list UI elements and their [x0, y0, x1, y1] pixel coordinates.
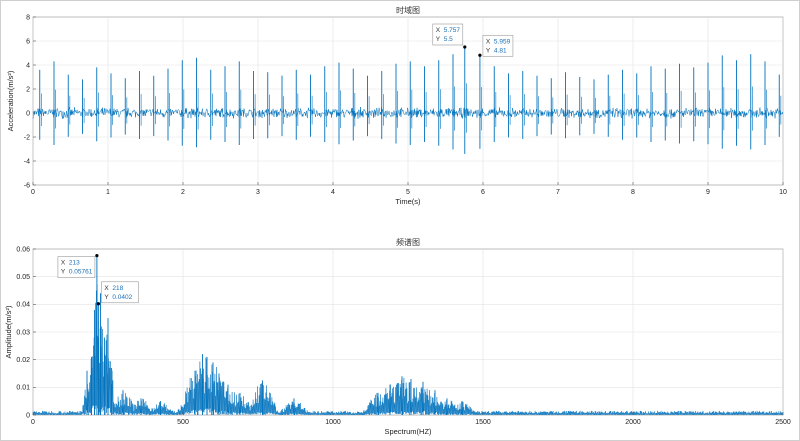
x-tick-label: 2000: [625, 419, 641, 426]
x-tick-label: 3: [256, 189, 260, 196]
datatip-x-key: X: [104, 285, 109, 292]
x-tick-label: 1000: [325, 419, 341, 426]
x-tick-label: 0: [31, 419, 35, 426]
datatip-x-key: X: [486, 38, 491, 45]
x-tick-label: 1: [106, 189, 110, 196]
datatip-x-value: 5.757: [444, 27, 461, 34]
x-tick-label: 9: [706, 189, 710, 196]
datatip-y-key: Y: [436, 36, 441, 43]
x-tick-label: 6: [481, 189, 485, 196]
datatip-x-value: 218: [112, 285, 123, 292]
spectrum-panel: 0 500 1000 1500 2000 2500 0 0.01 0.02 0.03 0.04 0.…: [4, 237, 791, 436]
y-tick-label: 4: [26, 62, 30, 69]
time-domain-panel: 0 1 2 3 4 5 6 7 8 9 10 -6-4-202468 X 5.757Y 5.5 X 5.95…: [6, 5, 787, 206]
y-tick-label: 0.06: [16, 246, 30, 253]
x-tick-label: 10: [779, 189, 787, 196]
datatip-x-key: X: [436, 27, 441, 34]
y-tick-label: -6: [24, 182, 30, 189]
datatip-marker: [478, 53, 482, 57]
datatip-y-value: 5.5: [444, 36, 453, 43]
x-tick-label: 1500: [475, 419, 491, 426]
datatip-y-key: Y: [486, 47, 491, 54]
y-tick-label: -2: [24, 134, 30, 141]
x-tick-label: 7: [556, 189, 560, 196]
y-tick-label: 8: [26, 14, 30, 21]
time-chart-title: 时域图: [396, 5, 420, 15]
x-tick-label: 2500: [775, 419, 791, 426]
spectrum-y-axis-label: Amplitude(m/s²): [4, 305, 13, 358]
datatip-x-value: 213: [69, 260, 80, 267]
x-tick-label: 8: [631, 189, 635, 196]
x-tick-label: 4: [331, 189, 335, 196]
datatip-y-value: 4.81: [494, 47, 507, 54]
figure-canvas: 0 1 2 3 4 5 6 7 8 9 10 -6-4-202468 X 5.757Y 5.5 X 5.95…: [4, 5, 791, 436]
spectrum-chart-title: 频谱图: [396, 237, 420, 247]
datatip-y-key: Y: [104, 294, 109, 301]
datatip-x-value: 5.959: [494, 38, 511, 45]
time-y-axis-label: Acceleration(m/s²): [6, 70, 15, 131]
y-tick-label: 0.04: [16, 302, 30, 309]
datatip-y-value: 0.05761: [69, 269, 93, 276]
y-tick-label: 6: [26, 38, 30, 45]
datatip-x-key: X: [61, 260, 66, 267]
datatip-marker: [463, 45, 467, 49]
time-x-axis-label: Time(s): [395, 197, 421, 206]
x-tick-label: 2: [181, 189, 185, 196]
datatip-marker: [95, 254, 99, 258]
datatip-y-value: 0.0402: [112, 294, 132, 301]
y-tick-label: 2: [26, 86, 30, 93]
y-tick-label: 0.05: [16, 274, 30, 281]
x-tick-label: 5: [406, 189, 410, 196]
x-tick-label: 0: [31, 189, 35, 196]
spectrum-x-axis-label: Spectrum(HZ): [384, 427, 432, 436]
y-tick-label: -4: [24, 158, 30, 165]
y-tick-label: 0.02: [16, 357, 30, 364]
x-tick-label: 500: [177, 419, 189, 426]
datatip-marker: [96, 302, 100, 306]
y-tick-label: 0: [26, 412, 30, 419]
y-tick-label: 0: [26, 110, 30, 117]
y-tick-label: 0.01: [16, 385, 30, 392]
datatip-y-key: Y: [61, 269, 66, 276]
y-tick-label: 0.03: [16, 329, 30, 336]
